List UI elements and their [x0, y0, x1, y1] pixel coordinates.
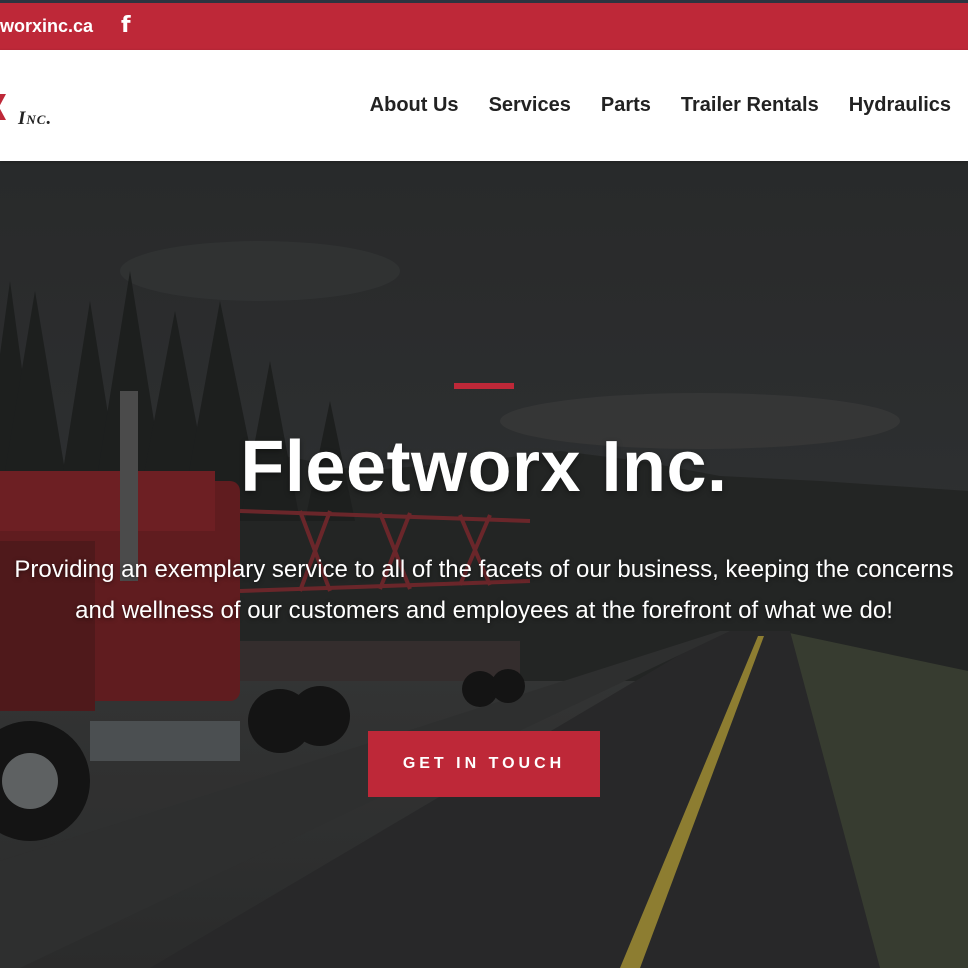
logo-x-mark-icon[interactable]	[0, 94, 6, 120]
nav-item-parts[interactable]: Parts	[601, 94, 651, 117]
nav-item-trailer-rentals[interactable]: Trailer Rentals	[681, 94, 819, 117]
get-in-touch-button[interactable]: GET IN TOUCH	[368, 731, 600, 797]
hero-title: Fleetworx Inc.	[240, 427, 728, 507]
facebook-icon[interactable]: f	[121, 13, 131, 38]
top-contact-bar: worxinc.ca f	[0, 3, 968, 50]
hero-accent-bar	[454, 383, 514, 389]
contact-email-link[interactable]: worxinc.ca	[0, 16, 93, 37]
hero-subtitle: Providing an exemplary service to all of…	[14, 556, 954, 624]
primary-nav: About Us Services Parts Trailer Rentals …	[370, 94, 951, 117]
nav-item-about-us[interactable]: About Us	[370, 94, 459, 117]
main-header: Inc. About Us Services Parts Trailer Ren…	[0, 50, 968, 161]
nav-item-services[interactable]: Services	[489, 94, 571, 117]
logo-text[interactable]: Inc.	[18, 108, 52, 130]
hero-section: Fleetworx Inc. Providing an exemplary se…	[0, 161, 968, 968]
nav-item-hydraulics[interactable]: Hydraulics	[849, 94, 951, 117]
